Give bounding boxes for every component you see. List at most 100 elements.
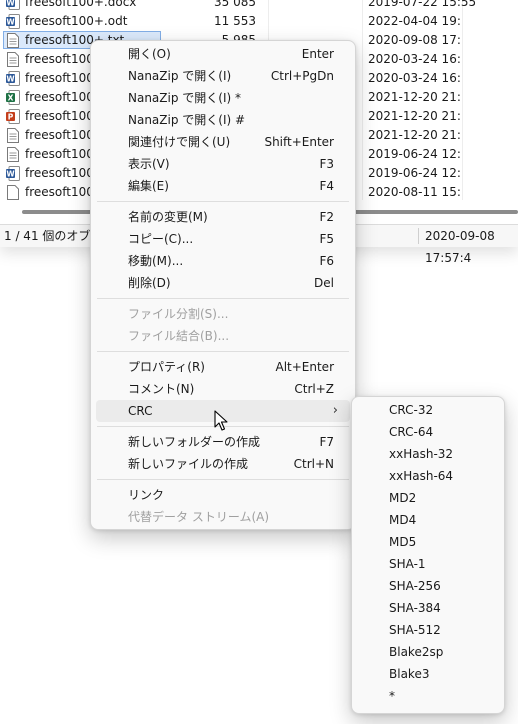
svg-text:W: W: [6, 0, 15, 7]
svg-text:X: X: [8, 93, 14, 102]
file-name: freesoft100+.docx: [25, 0, 137, 9]
menu-item[interactable]: コメント(N) Ctrl+Z: [96, 378, 350, 400]
file-size: 11 553: [214, 14, 256, 28]
menu-item-label: NanaZip で開く(I): [128, 69, 232, 83]
menu-item: ファイル分割(S)...: [96, 303, 350, 325]
file-date: 2020-08-11 15:: [368, 185, 461, 199]
file-date: 2019-07-22 15:55: [368, 0, 477, 9]
crc-submenu-item[interactable]: xxHash-32: [357, 443, 499, 465]
file-date: 2019-06-24 12:: [368, 147, 461, 161]
crc-submenu-item[interactable]: CRC-32: [357, 399, 499, 421]
menu-item-shortcut: Enter: [301, 47, 334, 61]
submenu-arrow-icon: ›: [332, 403, 338, 418]
crc-submenu-item-label: Blake3: [389, 667, 430, 681]
crc-submenu-item-label: SHA-256: [389, 579, 441, 593]
text-file-icon: [6, 52, 20, 67]
menu-item-label: 関連付けで開く(U): [128, 135, 231, 149]
file-name: freesoft100+.odt: [25, 14, 128, 28]
crc-submenu-item-label: MD2: [389, 491, 417, 505]
word-doc-icon: W: [6, 14, 20, 29]
file-date: 2020-03-24 16:: [368, 71, 461, 85]
menu-item[interactable]: プロパティ(R) Alt+Enter: [96, 356, 350, 378]
menu-item-label: 開く(O): [128, 47, 171, 61]
file-date: 2021-12-20 21:: [368, 128, 461, 142]
crc-submenu: CRC-32 CRC-64 xxHash-32 xxHash-64 MD2 MD4 MD5 S…: [351, 396, 505, 714]
svg-text:W: W: [6, 169, 15, 178]
blank-file-icon: [6, 185, 20, 200]
file-date: 2021-12-20 21:: [368, 90, 461, 104]
menu-item-shortcut: Ctrl+PgDn: [270, 69, 334, 83]
menu-item-label: 代替データ ストリーム(A): [128, 510, 270, 524]
menu-item[interactable]: 新しいフォルダーの作成 F7: [96, 431, 350, 453]
svg-text:W: W: [6, 17, 15, 26]
menu-item: ファイル結合(B)...: [96, 325, 350, 347]
menu-item[interactable]: 削除(D) Del: [96, 272, 350, 294]
file-date: 2022-04-04 19:: [368, 14, 461, 28]
menu-separator: [97, 351, 349, 352]
menu-item-shortcut: F2: [319, 210, 334, 224]
svg-text:W: W: [6, 74, 15, 83]
file-name: freesoft100-: [25, 109, 99, 123]
menu-item[interactable]: 編集(E) F4: [96, 175, 350, 197]
menu-item-label: リンク: [128, 488, 165, 502]
menu-item-shortcut: Del: [314, 276, 334, 290]
crc-submenu-item[interactable]: MD5: [357, 531, 499, 553]
menu-item[interactable]: NanaZip で開く(I) *: [96, 87, 350, 109]
menu-item[interactable]: 名前の変更(M) F2: [96, 206, 350, 228]
menu-item-label: 削除(D): [128, 276, 171, 290]
menu-separator: [97, 201, 349, 202]
crc-submenu-item[interactable]: *: [357, 685, 499, 707]
crc-submenu-item[interactable]: Blake3: [357, 663, 499, 685]
menu-item[interactable]: 移動(M)... F6: [96, 250, 350, 272]
file-date: 2020-03-24 16:: [368, 52, 461, 66]
menu-item[interactable]: 表示(V) F3: [96, 153, 350, 175]
menu-item[interactable]: NanaZip で開く(I) Ctrl+PgDn: [96, 65, 350, 87]
crc-submenu-item[interactable]: SHA-256: [357, 575, 499, 597]
crc-submenu-item-label: SHA-384: [389, 601, 441, 615]
menu-item-label: 表示(V): [128, 157, 170, 171]
menu-item[interactable]: 開く(O) Enter: [96, 43, 350, 65]
crc-submenu-item[interactable]: MD2: [357, 487, 499, 509]
file-row[interactable]: Wfreesoft100+.docx 35 085 2019-07-22 15:55: [0, 0, 518, 12]
menu-item-shortcut: F6: [319, 254, 334, 268]
menu-item-shortcut: Ctrl+Z: [294, 382, 334, 396]
file-size: 35 085: [214, 0, 256, 9]
menu-item-label: 新しいフォルダーの作成: [128, 435, 261, 449]
menu-item-label: 移動(M)...: [128, 254, 184, 268]
menu-item-label: 編集(E): [128, 179, 169, 193]
crc-submenu-item[interactable]: SHA-384: [357, 597, 499, 619]
menu-item[interactable]: コピー(C)... F5: [96, 228, 350, 250]
crc-submenu-item[interactable]: Blake2sp: [357, 641, 499, 663]
file-date: 2021-12-20 21:: [368, 109, 461, 123]
crc-submenu-item[interactable]: SHA-1: [357, 553, 499, 575]
crc-submenu-item[interactable]: MD4: [357, 509, 499, 531]
menu-item: 代替データ ストリーム(A): [96, 506, 350, 528]
file-name: freesoft100-: [25, 71, 99, 85]
menu-item[interactable]: 新しいファイルの作成 Ctrl+N: [96, 453, 350, 475]
menu-item-shortcut: F5: [319, 232, 334, 246]
menu-item-shortcut: F3: [319, 157, 334, 171]
file-row[interactable]: Wfreesoft100+.odt 11 553 2022-04-04 19:: [0, 12, 518, 31]
crc-submenu-item-label: *: [389, 689, 395, 703]
crc-submenu-item-label: Blake2sp: [389, 645, 444, 659]
text-file-icon: [6, 33, 20, 48]
crc-submenu-item[interactable]: CRC-64: [357, 421, 499, 443]
file-name: freesoft100-: [25, 90, 99, 104]
crc-submenu-item-label: xxHash-64: [389, 469, 454, 483]
crc-submenu-item-label: SHA-1: [389, 557, 426, 571]
menu-item[interactable]: リンク: [96, 484, 350, 506]
status-modified-date: 2020-09-08 17:57:4: [425, 229, 495, 265]
menu-item-label: コピー(C)...: [128, 232, 194, 246]
file-date: 2019-06-24 12:: [368, 166, 461, 180]
crc-submenu-item-label: MD5: [389, 535, 417, 549]
crc-submenu-item[interactable]: SHA-512: [357, 619, 499, 641]
menu-item[interactable]: 関連付けで開く(U) Shift+Enter: [96, 131, 350, 153]
crc-submenu-item-label: MD4: [389, 513, 417, 527]
crc-submenu-item[interactable]: xxHash-64: [357, 465, 499, 487]
crc-submenu-item-label: CRC-32: [389, 403, 434, 417]
excel-sheet-icon: X: [6, 90, 20, 105]
crc-submenu-item-label: SHA-512: [389, 623, 441, 637]
word-doc-icon: W: [6, 166, 20, 181]
context-menu: 開く(O) Enter NanaZip で開く(I) Ctrl+PgDn NanaZip…: [90, 40, 356, 530]
menu-item[interactable]: NanaZip で開く(I) #: [96, 109, 350, 131]
